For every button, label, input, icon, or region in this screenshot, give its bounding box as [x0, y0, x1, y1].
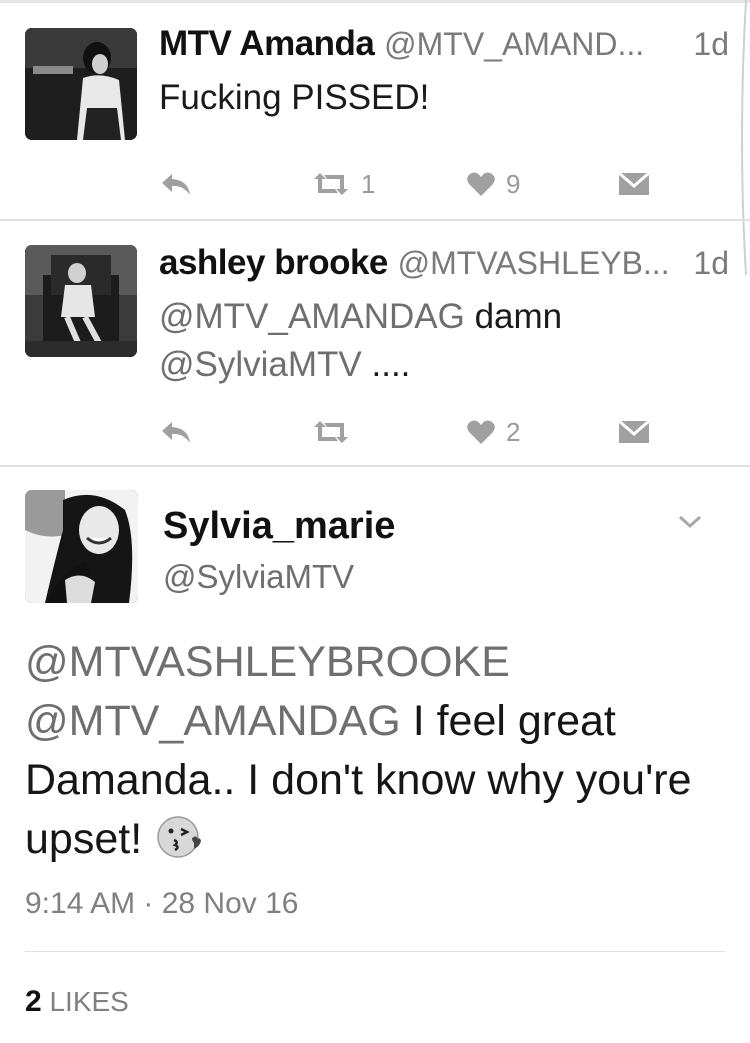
mention-link[interactable]: @MTVASHLEYBROOKE — [25, 638, 510, 686]
tweet-text-content: upset! — [25, 815, 155, 863]
mention-link[interactable]: @MTV_AMANDAG — [25, 697, 401, 745]
display-name[interactable]: Sylvia_marie — [163, 505, 395, 548]
tweet-text: @MTVASHLEYBROOKE @MTV_AMANDAG I feel gre… — [25, 633, 735, 877]
likes-stat[interactable]: 2 LIKES — [25, 985, 129, 1019]
tweet-text-content: Damanda.. I don't know why you're — [25, 756, 692, 804]
tweet-timestamp: 9:14 AM · 28 Nov 16 — [25, 887, 299, 920]
likes-label: LIKES — [49, 986, 129, 1017]
stats-divider — [25, 951, 725, 952]
user-handle[interactable]: @SylviaMTV — [163, 558, 354, 596]
likes-count: 2 — [25, 985, 42, 1018]
avatar-photo — [25, 490, 138, 603]
avatar[interactable] — [25, 490, 138, 603]
tweet-text-content: I feel great — [400, 697, 616, 745]
focused-tweet: Sylvia_marie @SylviaMTV @MTVASHLEYBROOKE… — [0, 0, 750, 1043]
chevron-down-icon[interactable] — [676, 512, 704, 532]
kissing-face-icon — [154, 813, 204, 877]
